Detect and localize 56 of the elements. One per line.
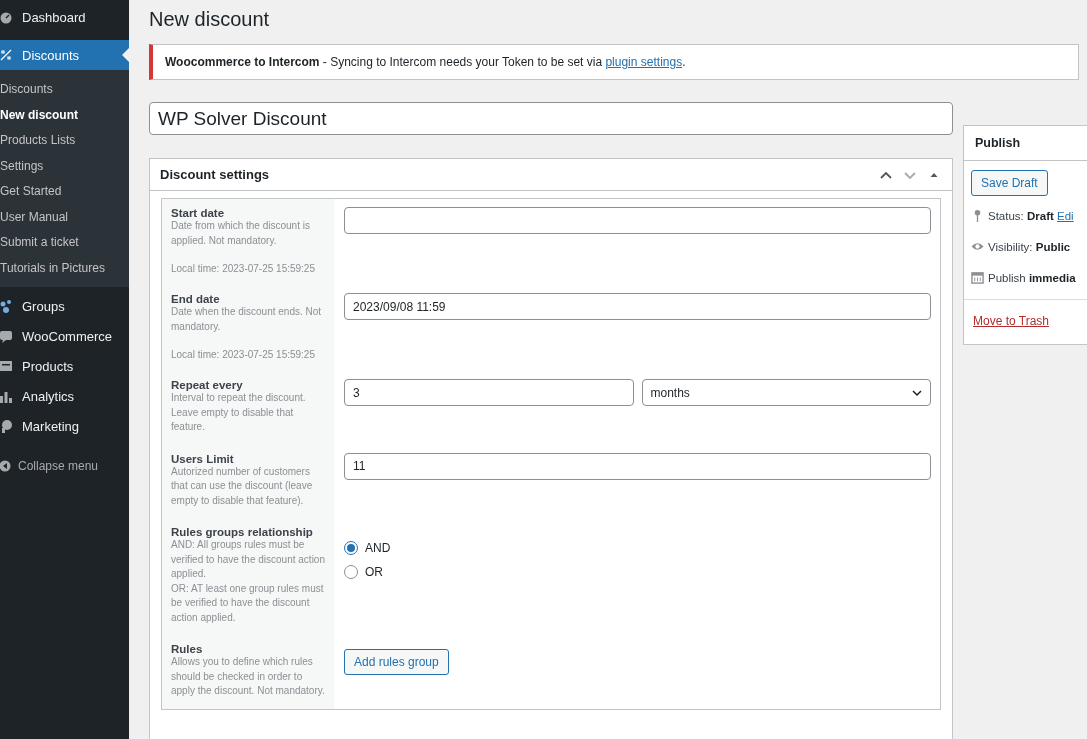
unit-dropdown[interactable]: months: [641, 379, 931, 406]
edit-link[interactable]: Edi: [1057, 209, 1074, 222]
title-field[interactable]: WP Solver Discount: [149, 102, 953, 135]
save-draft-button[interactable]: Save Draft: [971, 170, 1048, 196]
submenu-item[interactable]: New discount: [0, 102, 129, 128]
setting-label: Rules: [171, 643, 204, 655]
menu-item[interactable]: Products: [0, 351, 129, 381]
menu-item[interactable]: Analytics: [0, 381, 129, 411]
submenu-item[interactable]: Products Lists: [0, 128, 129, 154]
text-field[interactable]: 2023/09/08 11:59: [344, 293, 931, 320]
panel-title: Discount settings: [160, 167, 271, 182]
marketing-icon: [0, 419, 12, 433]
add-rules-group-button[interactable]: Add rules group: [344, 649, 449, 675]
collapse-menu-button[interactable]: Collapse menu: [0, 451, 129, 481]
caret-icon: [912, 388, 922, 397]
setting-description: Interval to repeat the discount. Leave empty to disable that feature.: [171, 391, 307, 434]
status-text: Status: Draft Edi: [988, 209, 1074, 222]
submenu-item[interactable]: Tutorials in Pictures: [0, 255, 129, 281]
setting-description: Allows you to define which rules should be checked in order to apply the discount. Not mandatory.: [171, 655, 325, 698]
radio-label[interactable]: AND: [365, 541, 391, 555]
submenu-item[interactable]: User Manual: [0, 204, 129, 230]
visibility-text: Visibility: Public: [988, 240, 1071, 253]
setting-description: Date when the discount ends. Not mandatory.: [171, 305, 323, 334]
local-time-note: Local time: 2023-07-25 15:59:25: [171, 348, 316, 361]
setting-label: Rules groups relationship: [171, 526, 314, 538]
setting-description: Date from which the discount is applied. Not mandatory.: [171, 219, 311, 248]
move-to-trash-link[interactable]: Move to Trash: [973, 314, 1050, 328]
text-field[interactable]: 11: [344, 452, 931, 480]
setting-description: Autorized number of customers that can use the discount (leave empty to disable that feature).: [171, 464, 314, 508]
eye-icon: [971, 240, 984, 253]
menu-item[interactable]: Groups: [0, 291, 129, 321]
menu-item[interactable]: Discounts: [0, 40, 129, 70]
submenu-item[interactable]: Get Started: [0, 179, 129, 205]
discount-icon: [0, 48, 12, 62]
text-field[interactable]: [344, 207, 931, 234]
setting-label: Repeat every: [171, 379, 244, 391]
panel-title: Publish: [964, 126, 1087, 161]
number-field[interactable]: 3: [344, 379, 634, 406]
submenu-item[interactable]: Settings: [0, 153, 129, 179]
submenu-item[interactable]: Discounts: [0, 77, 129, 103]
calendar-icon: [971, 271, 984, 284]
radio-label[interactable]: OR: [365, 565, 383, 579]
page-title: New discount: [149, 8, 271, 32]
setting-label: End date: [171, 293, 221, 305]
submenu-item[interactable]: Submit a ticket: [0, 230, 129, 256]
groups-icon: [0, 299, 12, 313]
analytics-icon: [0, 389, 12, 403]
publish-time-text: Publish immedia: [988, 271, 1076, 284]
local-time-note: Local time: 2023-07-25 15:59:25: [171, 262, 316, 275]
menu-item[interactable]: Dashboard: [0, 2, 129, 32]
menu-item[interactable]: Marketing: [0, 411, 129, 441]
notice-message: Woocommerce to Intercom - Syncing to Intercom needs your Token to be set via plugin settings.: [149, 44, 1079, 80]
menu-item[interactable]: WooCommerce: [0, 321, 129, 351]
setting-description: AND: All groups rules must be verified to have the discount action applied. OR: AT least one group rules must be verified to have the discount action applied.: [171, 538, 325, 625]
setting-label: Users Limit: [171, 452, 235, 465]
setting-label: Start date: [171, 207, 226, 219]
